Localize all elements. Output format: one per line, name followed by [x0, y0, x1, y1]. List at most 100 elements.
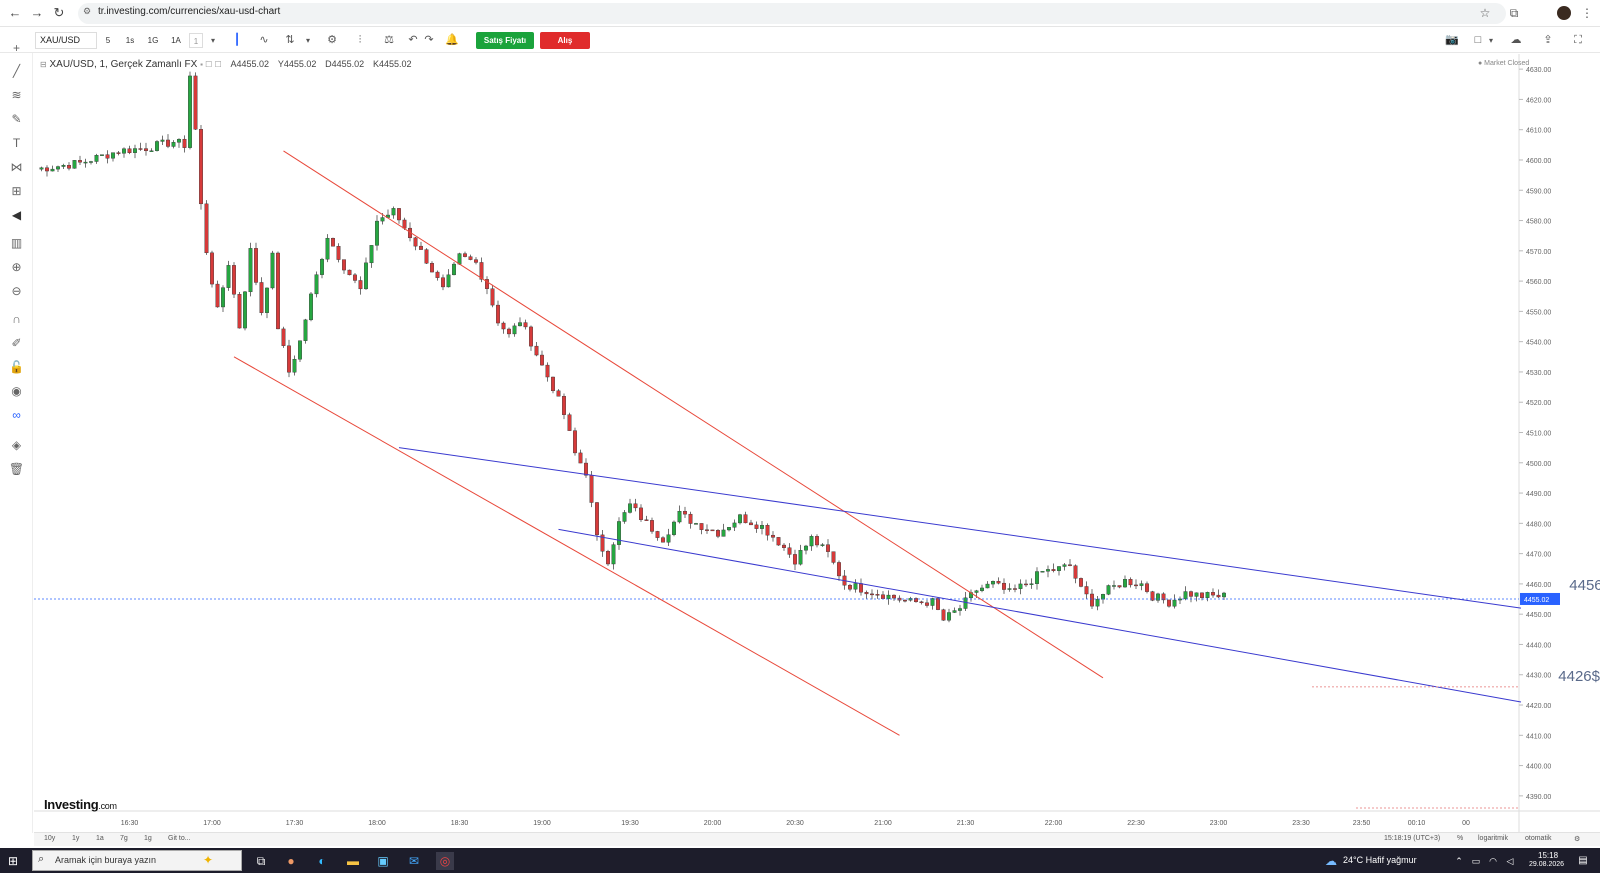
range-1y[interactable]: 1y — [72, 835, 79, 842]
x-tick-label: 16:30 — [121, 820, 139, 827]
symbol-search-input[interactable]: XAU/USD — [35, 32, 97, 49]
candle-body — [127, 148, 132, 153]
compare-dropdown-icon[interactable]: ▾ — [300, 33, 316, 48]
crosshair-icon[interactable]: + — [8, 40, 25, 57]
timeframe-1a[interactable]: 1A — [166, 33, 186, 48]
settings-gear-icon[interactable]: ⚙ — [324, 33, 340, 48]
fullscreen-icon[interactable]: ⛶ — [1570, 33, 1586, 48]
range-1a[interactable]: 1a — [96, 835, 104, 842]
tray-chevron-icon[interactable]: ⌃ — [1450, 852, 1468, 870]
layers-icon[interactable]: ◈ — [8, 437, 25, 454]
alert-bell-icon[interactable]: 🔔 — [444, 33, 460, 48]
bottom-settings-icon[interactable]: ⚙ — [1574, 835, 1580, 843]
timeframe-dropdown-icon[interactable]: ▾ — [205, 33, 221, 48]
bookmark-star-icon[interactable]: ☆ — [1476, 4, 1494, 22]
pattern-icon[interactable]: ⋈ — [8, 159, 25, 176]
drawing-mode-icon[interactable]: ✐ — [8, 335, 25, 352]
chart-area[interactable]: 4630.00 4620.00 4610.00 4600.00 4590.00 4580.… — [34, 54, 1600, 834]
ruler-icon[interactable]: ▥ — [8, 235, 25, 252]
extensions-icon[interactable]: ⧉ — [1505, 4, 1523, 22]
candle-body — [578, 452, 583, 464]
range-7g[interactable]: 7g — [120, 835, 128, 842]
sell-button[interactable]: Satış Fiyatı — [476, 32, 534, 49]
candle-type-icon[interactable]: ┃ — [229, 33, 245, 48]
fib-icon[interactable]: ≋ — [8, 87, 25, 104]
layout-dropdown-icon[interactable]: ▾ — [1483, 33, 1499, 48]
candle-body — [1167, 599, 1171, 607]
back-icon[interactable]: ← — [6, 4, 24, 22]
cloud-save-icon[interactable]: ⇪ — [1540, 33, 1556, 48]
clock-time[interactable]: 15:18 — [1538, 851, 1558, 860]
network-icon[interactable]: ▭ — [1467, 852, 1485, 870]
candle-body — [606, 551, 610, 565]
eye-icon[interactable]: ◉ — [8, 383, 25, 400]
candle-body — [254, 248, 258, 283]
percent-toggle[interactable]: % — [1457, 835, 1463, 842]
mail-icon[interactable]: ✉ — [405, 852, 423, 870]
reload-icon[interactable]: ↻ — [50, 4, 68, 22]
trash-icon[interactable]: 🗑 — [8, 461, 25, 478]
channel-line — [233, 356, 900, 736]
camera-icon[interactable]: 📷 — [1444, 33, 1460, 48]
weather-text[interactable]: 24°C Hafif yağmur — [1343, 855, 1417, 865]
timeframe-1s[interactable]: 1s — [120, 33, 140, 48]
brush-icon[interactable]: ✎ — [8, 111, 25, 128]
legend-collapse-icon[interactable]: ⊟ — [40, 60, 47, 69]
site-info-icon[interactable]: ⚙ — [83, 6, 91, 17]
edge-icon[interactable]: ◐ — [313, 852, 331, 870]
candle-body — [1090, 593, 1094, 607]
windows-start-icon[interactable]: ⊞ — [8, 854, 22, 868]
lock-icon[interactable]: 🔓 — [8, 359, 25, 376]
range-1g[interactable]: 1g — [144, 835, 152, 842]
candle-body — [567, 414, 572, 431]
measure-icon[interactable]: ⊞ — [8, 183, 25, 200]
cloud-load-icon[interactable]: ☁ — [1508, 33, 1524, 48]
candle-body — [287, 345, 291, 373]
zoom-out-icon[interactable]: ⊖ — [8, 283, 25, 300]
forward-icon[interactable]: → — [28, 4, 46, 22]
link-icon[interactable]: ∞ — [8, 407, 25, 424]
undo-icon[interactable]: ↶ — [405, 33, 421, 48]
chrome-icon[interactable]: ◎ — [436, 852, 454, 870]
notification-icon[interactable]: ▤ — [1574, 852, 1592, 870]
goto-date[interactable]: Git to... — [168, 835, 191, 842]
text-icon[interactable]: T — [8, 135, 25, 152]
address-bar[interactable]: ⚙ tr.investing.com/currencies/xau-usd-ch… — [78, 3, 1506, 24]
studies-icon[interactable]: ⫶ — [352, 33, 368, 48]
trendline-icon[interactable]: ╱ — [8, 63, 25, 80]
y-tick-label: 4590.00 — [1526, 188, 1551, 195]
legend-settings-icon[interactable]: ▪ ☐ ☐ — [200, 60, 222, 69]
store-icon[interactable]: ▣ — [374, 852, 392, 870]
profile-avatar[interactable] — [1557, 6, 1571, 20]
zoom-in-icon[interactable]: ⊕ — [8, 259, 25, 276]
price-chart[interactable]: 4630.00 4620.00 4610.00 4600.00 4590.00 4580.… — [34, 54, 1600, 834]
search-icon: ⌕ — [38, 853, 45, 865]
timeframe-1g[interactable]: 1G — [143, 33, 163, 48]
candle-body — [892, 594, 896, 599]
magnet-icon[interactable]: ∩ — [8, 311, 25, 328]
candle-body — [947, 612, 951, 621]
back-arrow-icon[interactable]: ◀ — [8, 207, 25, 224]
range-10y[interactable]: 10y — [44, 835, 55, 842]
auto-toggle[interactable]: otomatik — [1525, 835, 1551, 842]
volume-icon[interactable]: ◁ — [1501, 852, 1519, 870]
task-view-icon[interactable]: ⧉ — [252, 852, 270, 870]
clock-date[interactable]: 29.08.2026 — [1529, 861, 1564, 868]
wifi-icon[interactable]: ◠ — [1484, 852, 1502, 870]
menu-dots-icon[interactable]: ⋮ — [1578, 4, 1596, 22]
candle-body — [809, 536, 814, 547]
indicator-icon[interactable]: ∿ — [256, 33, 272, 48]
candle-body — [1101, 594, 1105, 600]
log-toggle[interactable]: logaritmik — [1478, 835, 1508, 842]
candle-body — [1073, 565, 1078, 579]
redo-icon[interactable]: ↷ — [421, 33, 437, 48]
chart-time: 15:18:19 (UTC+3) — [1384, 835, 1441, 842]
timeframe-5[interactable]: 5 — [98, 33, 118, 48]
scale-icon[interactable]: ⚖ — [381, 33, 397, 48]
buy-button[interactable]: Alış — [540, 32, 590, 49]
taskbar-search-input[interactable]: ⌕ Aramak için buraya yazın ✦ — [32, 850, 242, 871]
file-explorer-icon[interactable]: ▬ — [344, 852, 362, 870]
compare-icon[interactable]: ⇅ — [282, 33, 298, 48]
copilot-icon[interactable]: ● — [282, 852, 300, 870]
timeframe-1[interactable]: 1 — [189, 33, 203, 48]
